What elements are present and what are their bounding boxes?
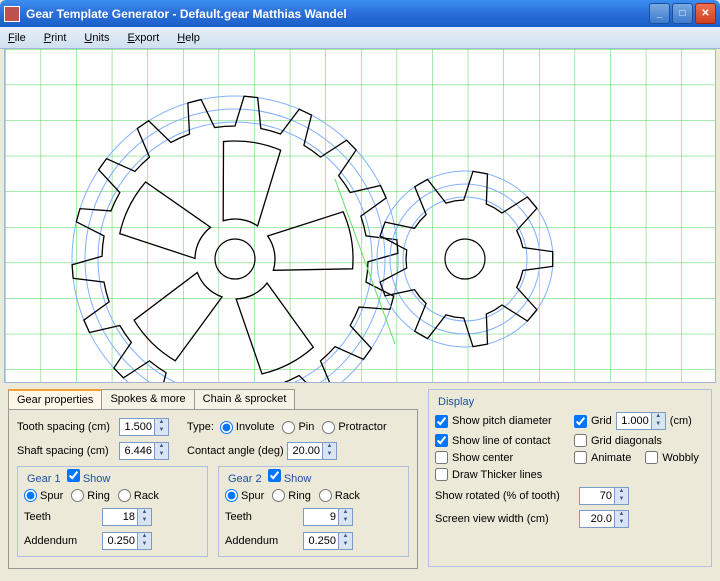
gear1-ring-radio[interactable] (71, 489, 84, 502)
gear2-group: Gear 2 Show Spur Ring Rack Teeth▲▼ Adden… (218, 466, 409, 557)
menu-units[interactable]: Units (84, 32, 109, 44)
contact-angle-label: Contact angle (deg) (187, 445, 287, 457)
menu-export[interactable]: Export (127, 32, 159, 44)
contact-angle-input[interactable]: ▲▼ (287, 442, 337, 460)
grid-diag-check[interactable] (574, 434, 587, 447)
gear2-show-check[interactable] (268, 469, 281, 482)
minimize-button[interactable]: _ (649, 3, 670, 24)
show-contact-check[interactable] (435, 434, 448, 447)
gear1-spur-radio[interactable] (24, 489, 37, 502)
animate-check[interactable] (574, 451, 587, 464)
app-icon (4, 6, 20, 22)
grid-size-input[interactable]: ▲▼ (616, 412, 666, 430)
gear-rendering (5, 49, 716, 383)
titlebar: Gear Template Generator - Default.gear M… (0, 0, 720, 27)
type-protractor-radio[interactable] (322, 421, 335, 434)
type-label: Type: (187, 421, 214, 433)
gear2-addendum-input[interactable]: ▲▼ (303, 532, 353, 550)
gear-canvas[interactable] (4, 49, 716, 383)
properties-panel: Gear properties Spokes & more Chain & sp… (8, 389, 418, 567)
grid-check[interactable] (574, 415, 587, 428)
gear2-teeth-input[interactable]: ▲▼ (303, 508, 353, 526)
shaft-spacing-input[interactable]: ▲▼ (119, 442, 169, 460)
gear1-addendum-input[interactable]: ▲▼ (102, 532, 152, 550)
gear1-teeth-input[interactable]: ▲▼ (102, 508, 152, 526)
gear2-spur-radio[interactable] (225, 489, 238, 502)
type-involute-radio[interactable] (220, 421, 233, 434)
tab-gear-properties[interactable]: Gear properties (8, 389, 102, 409)
tab-spokes[interactable]: Spokes & more (101, 389, 194, 409)
tab-chain[interactable]: Chain & sprocket (194, 389, 296, 409)
show-pitch-check[interactable] (435, 415, 448, 428)
close-button[interactable]: ✕ (695, 3, 716, 24)
gear1-group: Gear 1 Show Spur Ring Rack Teeth▲▼ Adden… (17, 466, 208, 557)
wobbly-check[interactable] (645, 451, 658, 464)
display-group: Display Show pitch diameter Grid ▲▼ (cm)… (428, 389, 712, 567)
gear1-show-check[interactable] (67, 469, 80, 482)
shaft-spacing-label: Shaft spacing (cm) (17, 445, 119, 457)
gear2-rack-radio[interactable] (319, 489, 332, 502)
menu-file[interactable]: File (8, 32, 26, 44)
tooth-spacing-label: Tooth spacing (cm) (17, 421, 119, 433)
window-title: Gear Template Generator - Default.gear M… (26, 7, 649, 21)
show-center-check[interactable] (435, 451, 448, 464)
rotated-input[interactable]: ▲▼ (579, 487, 629, 505)
gear1-rack-radio[interactable] (118, 489, 131, 502)
maximize-button[interactable]: □ (672, 3, 693, 24)
menu-help[interactable]: Help (177, 32, 200, 44)
type-pin-radio[interactable] (282, 421, 295, 434)
menubar: File Print Units Export Help (0, 27, 720, 49)
screen-width-input[interactable]: ▲▼ (579, 510, 629, 528)
tooth-spacing-input[interactable]: ▲▼ (119, 418, 169, 436)
thicker-lines-check[interactable] (435, 468, 448, 481)
menu-print[interactable]: Print (44, 32, 67, 44)
gear2-ring-radio[interactable] (272, 489, 285, 502)
